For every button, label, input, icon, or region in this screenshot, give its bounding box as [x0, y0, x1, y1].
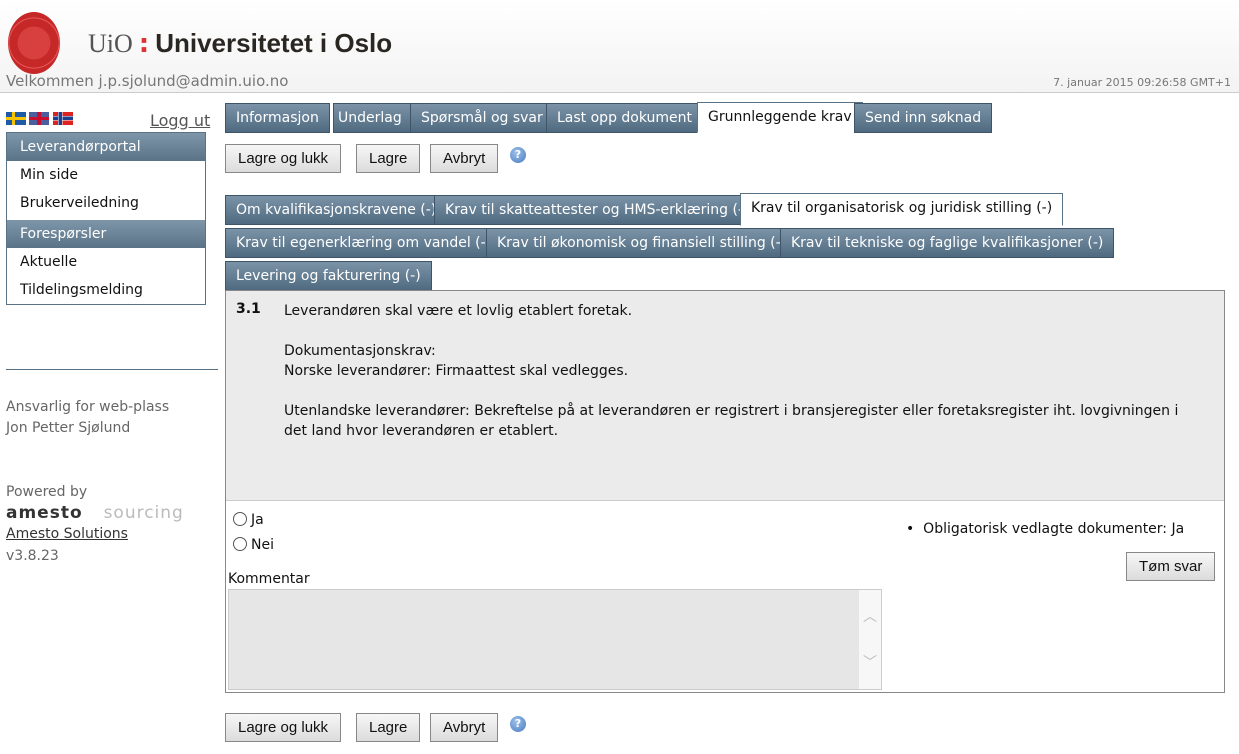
- tab-sporsmal-og-svar[interactable]: Spørsmål og svar: [410, 103, 554, 133]
- radio-circle[interactable]: [233, 537, 247, 551]
- help-icon[interactable]: ?: [510, 716, 526, 732]
- tab-send-inn-soknad[interactable]: Send inn søknad: [854, 103, 993, 133]
- cancel-button[interactable]: Avbryt: [430, 144, 499, 173]
- textarea-scrollbar[interactable]: ︿ ﹀: [859, 590, 881, 689]
- scroll-down-icon[interactable]: ﹀: [859, 652, 881, 672]
- header: UiO: Universitetet i Oslo Velkommen j.p.s…: [0, 0, 1239, 93]
- subtab-organisatorisk-juridisk[interactable]: Krav til organisatorisk og juridisk stil…: [740, 193, 1064, 226]
- version: v3.8.23: [6, 548, 59, 564]
- powered-by: Powered by: [6, 484, 88, 500]
- save-close-button[interactable]: Lagre og lukk: [225, 144, 342, 173]
- subtab-okonomisk-finansiell[interactable]: Krav til økonomisk og finansiell stillin…: [486, 228, 798, 258]
- subtab-tekniske-faglige[interactable]: Krav til tekniske og faglige kvalifikasj…: [780, 228, 1115, 258]
- welcome-text: Velkommen j.p.sjolund@admin.uio.no: [6, 72, 289, 90]
- question-text: Leverandøren skal være et lovlig etabler…: [284, 303, 1179, 439]
- question-number: 3.1: [236, 301, 261, 317]
- datetime: 7. januar 2015 09:26:58 GMT+1: [1053, 76, 1231, 89]
- tab-grunnleggende-krav[interactable]: Grunnleggende krav: [697, 102, 863, 133]
- sidebar: Leverandørportal Min side Brukerveiledni…: [6, 132, 206, 305]
- uio-seal-logo: [8, 12, 60, 74]
- comment-label: Kommentar: [228, 571, 310, 587]
- sidebar-item-aktuelle[interactable]: Aktuelle: [7, 248, 205, 276]
- save-close-button-bottom[interactable]: Lagre og lukk: [225, 713, 342, 742]
- radio-ja[interactable]: Ja: [233, 512, 264, 528]
- norwegian-flag-icon[interactable]: [53, 112, 73, 125]
- responsible-label: Ansvarlig for web-plass: [6, 399, 170, 415]
- brand: UiO: Universitetet i Oslo: [88, 28, 393, 59]
- swedish-flag-icon[interactable]: [6, 112, 26, 125]
- mandatory-documents: • Obligatorisk vedlagte dokumenter: Ja: [906, 521, 1185, 537]
- tab-underlag[interactable]: Underlag: [333, 103, 413, 133]
- sidebar-item-tildelingsmelding[interactable]: Tildelingsmelding: [7, 276, 205, 304]
- responsible-name: Jon Petter Sjølund: [6, 420, 131, 436]
- scroll-up-icon[interactable]: ︿: [859, 606, 881, 626]
- sidebar-divider: [6, 369, 218, 370]
- amesto-sourcing-logo: amesto sourcing: [6, 503, 184, 523]
- question-text-area: 3.1 Leverandøren skal være et lovlig eta…: [226, 291, 1224, 501]
- question-panel: 3.1 Leverandøren skal være et lovlig eta…: [225, 290, 1225, 693]
- english-flag-icon[interactable]: [29, 112, 49, 125]
- radio-nei[interactable]: Nei: [233, 537, 274, 553]
- clear-answer-button[interactable]: Tøm svar: [1126, 552, 1216, 581]
- save-button-bottom[interactable]: Lagre: [356, 713, 421, 742]
- sidebar-item-min-side[interactable]: Min side: [7, 161, 205, 189]
- cancel-button-bottom[interactable]: Avbryt: [430, 713, 499, 742]
- logout-link[interactable]: Logg ut: [150, 111, 210, 130]
- sidebar-heading-foresporsler: Forespørsler: [7, 220, 205, 248]
- sidebar-item-brukerveiledning[interactable]: Brukerveiledning: [7, 189, 205, 217]
- tab-informasjon[interactable]: Informasjon: [225, 103, 330, 133]
- amesto-solutions-link[interactable]: Amesto Solutions: [6, 526, 128, 542]
- subtab-levering-fakturering[interactable]: Levering og fakturering (-): [225, 261, 432, 291]
- sidebar-heading-leverandorportal: Leverandørportal: [7, 133, 205, 161]
- save-button[interactable]: Lagre: [356, 144, 421, 173]
- subtab-egenerklaering-vandel[interactable]: Krav til egenerklæring om vandel (-): [225, 228, 503, 258]
- subtab-skatteattester-hms[interactable]: Krav til skatteattester og HMS-erklæring…: [434, 195, 760, 225]
- comment-textarea[interactable]: ︿ ﹀: [228, 589, 882, 690]
- subtab-om-kvalifikasjonskravene[interactable]: Om kvalifikasjonskravene (-): [225, 195, 448, 225]
- help-icon[interactable]: ?: [510, 147, 526, 163]
- tab-last-opp-dokument[interactable]: Last opp dokument: [546, 103, 704, 133]
- radio-circle[interactable]: [233, 512, 247, 526]
